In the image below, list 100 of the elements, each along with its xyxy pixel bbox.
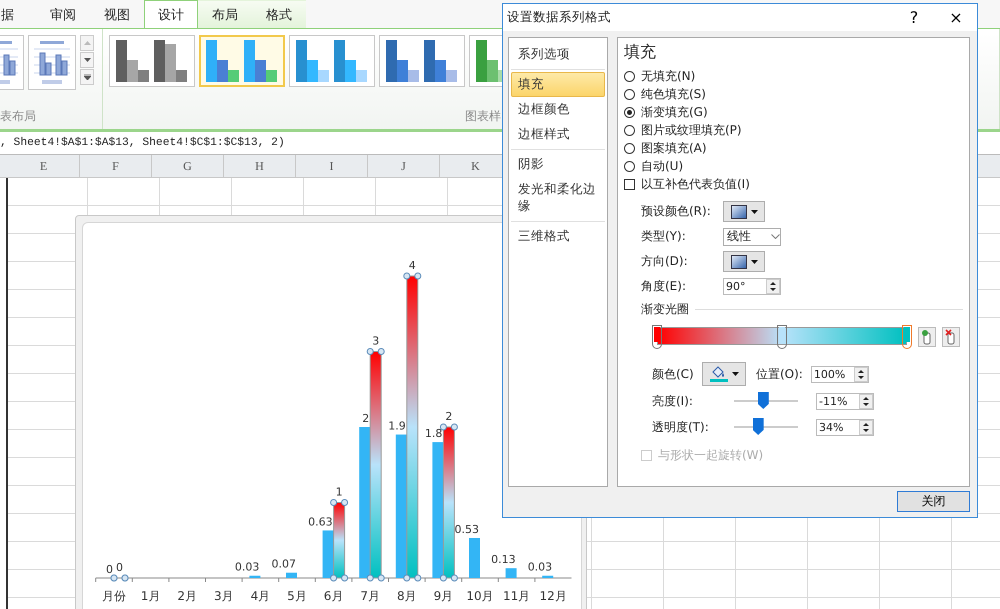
data-label: 2 (362, 412, 370, 425)
ribbon-tab[interactable]: 视图 (90, 0, 144, 28)
brightness-field[interactable]: -11% (816, 392, 874, 410)
radio-button[interactable] (624, 88, 635, 100)
category-item[interactable]: 填充 (511, 72, 605, 97)
chart-style-option[interactable] (289, 35, 375, 87)
option-label: 自动(U) (641, 158, 684, 174)
axis-label: 4月 (250, 589, 270, 603)
column-header[interactable]: E (8, 155, 80, 177)
ribbon-tab[interactable]: 审阅 (36, 0, 90, 28)
fill-color-button[interactable] (702, 362, 746, 386)
category-item[interactable]: 边框颜色 (511, 97, 605, 122)
radio-button[interactable] (624, 124, 635, 136)
scroll-down-button[interactable] (80, 52, 94, 68)
close-button[interactable]: × (935, 4, 977, 30)
field-label: 角度(E): (641, 278, 687, 295)
field-label: 亮度(I): (652, 392, 694, 410)
data-label: 0.53 (454, 522, 479, 536)
spinner-icon (854, 366, 868, 382)
axis-label: 1月 (140, 589, 160, 603)
field-label: 类型(Y): (641, 228, 687, 245)
field-label: 方向(D): (641, 253, 689, 270)
category-item[interactable]: 边框样式 (511, 122, 605, 147)
remove-stop-icon[interactable] (942, 327, 960, 347)
chart-layout-option[interactable] (28, 35, 76, 90)
chart-style-option[interactable] (109, 35, 195, 87)
axis-label: 8月 (396, 589, 417, 603)
bar[interactable] (370, 351, 382, 578)
data-label: 0 (106, 563, 113, 576)
triangle-up-icon (84, 41, 90, 45)
bar[interactable] (442, 426, 455, 578)
checkbox[interactable] (624, 178, 635, 190)
radio-button[interactable] (624, 142, 635, 154)
data-label: 0.63 (308, 515, 333, 528)
formula-text[interactable]: , Sheet4!$A$1:$A$13, Sheet4!$C$1:$C$13, 2) (0, 137, 285, 149)
chart-style-option[interactable] (199, 35, 285, 87)
chart-style-option[interactable] (379, 35, 465, 87)
ribbon-tab[interactable]: 设计 (144, 0, 198, 28)
field-label: 位置(O): (756, 366, 803, 382)
data-label: 3 (372, 334, 380, 348)
column-header[interactable]: J (368, 155, 440, 177)
option-label: 渐变填充(G) (641, 104, 708, 120)
bar[interactable] (432, 442, 444, 578)
angle-field[interactable]: 90° (723, 278, 781, 295)
expand-gallery-button[interactable] (80, 69, 94, 85)
slider-thumb[interactable] (758, 392, 769, 409)
bar[interactable] (333, 502, 346, 578)
selection-handles[interactable] (330, 499, 348, 582)
data-label: 1 (336, 486, 343, 498)
bar[interactable] (406, 276, 418, 578)
type-dropdown[interactable]: 线性 (723, 228, 781, 246)
group-label: 图表样 (465, 108, 501, 125)
axis-label: 10月 (466, 589, 494, 603)
selection-handles[interactable] (110, 574, 128, 582)
ribbon-tab[interactable]: 格式 (252, 0, 306, 28)
category-item[interactable]: 系列选项 (511, 42, 605, 67)
data-label: 0.03 (528, 560, 552, 574)
data-label: 1.9 (388, 420, 406, 433)
option-label: 纯色填充(S) (641, 86, 706, 102)
add-stop-icon[interactable] (918, 327, 936, 347)
slider-thumb[interactable] (752, 418, 764, 435)
gradient-bar[interactable] (652, 324, 912, 350)
spinner-icon (859, 420, 873, 434)
category-item[interactable]: 阴影 (511, 152, 605, 177)
option-label: 图案填充(A) (641, 140, 707, 156)
caret-icon (750, 210, 758, 214)
data-label: 4 (408, 259, 416, 272)
help-button[interactable]: ? (893, 4, 935, 30)
radio-button[interactable] (624, 106, 635, 118)
axis-label: 11月 (502, 589, 530, 603)
data-label: 1.8 (424, 427, 442, 440)
column-header[interactable]: F (80, 155, 152, 177)
option-label: 图片或纹理填充(P) (641, 122, 742, 138)
direction-button[interactable] (723, 251, 765, 272)
axis-label: 5月 (287, 589, 307, 603)
radio-button[interactable] (624, 70, 635, 82)
ribbon-tab[interactable]: 布局 (198, 0, 252, 28)
expand-icon (84, 74, 90, 80)
chevron-icon (771, 234, 780, 239)
dialog-title: 设置数据系列格式 (507, 9, 612, 26)
caret-icon (732, 372, 738, 376)
data-label: 0.07 (272, 558, 296, 571)
ribbon-tab[interactable]: 据 (0, 0, 28, 28)
position-field[interactable]: 100% (810, 366, 869, 382)
group-label: 表布局 (0, 108, 37, 125)
preset-color-button[interactable] (723, 201, 765, 222)
column-header[interactable]: H (224, 155, 296, 177)
axis-label: 9月 (434, 589, 454, 603)
axis-label: 12月 (540, 589, 567, 603)
close-dialog-button[interactable]: 关闭 (897, 491, 970, 512)
selection-handles[interactable] (403, 272, 422, 582)
selection-handles[interactable] (366, 348, 385, 582)
radio-button[interactable] (624, 160, 635, 172)
transparency-field[interactable]: 34% (816, 418, 874, 436)
axis-label: 6月 (324, 589, 344, 603)
data-label: 0 (116, 561, 123, 574)
column-header[interactable]: G (152, 155, 224, 177)
column-header[interactable]: I (296, 155, 368, 177)
gradient-square-icon (730, 254, 746, 268)
field-label: 透明度(T): (652, 418, 710, 436)
